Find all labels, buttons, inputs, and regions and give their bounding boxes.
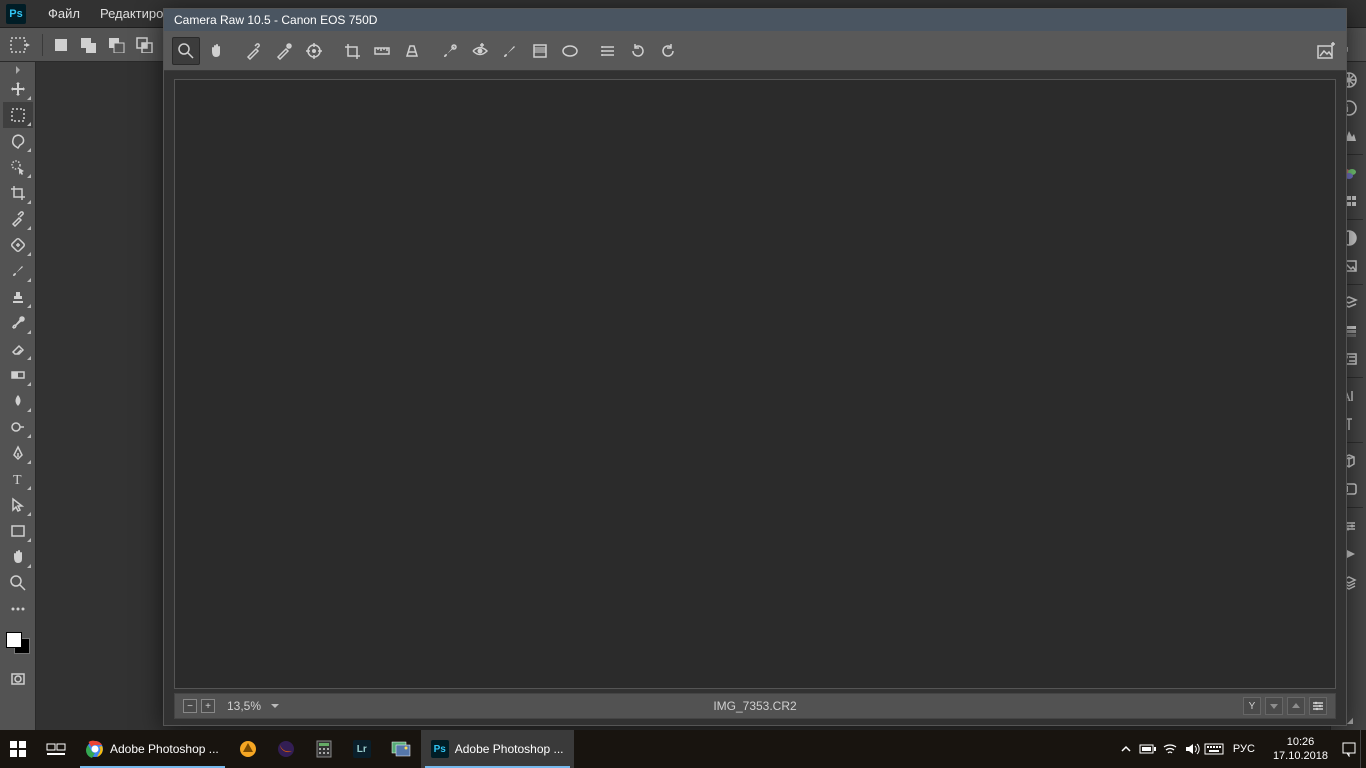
quick-select-tool[interactable] <box>3 154 33 180</box>
cr-zoom-level: 13,5% <box>227 699 261 713</box>
color-swatches[interactable] <box>4 630 32 656</box>
tray-keyboard-icon[interactable] <box>1203 730 1225 768</box>
windows-taskbar: Adobe Photoshop ... Lr Ps Adobe Photosho… <box>0 730 1366 768</box>
eraser-tool[interactable] <box>3 336 33 362</box>
cr-radialfilter-tool-icon[interactable] <box>556 37 584 65</box>
camera-raw-dialog: Camera Raw 10.5 - Canon EOS 750D <box>163 8 1347 726</box>
cr-straighten-tool-icon[interactable] <box>368 37 396 65</box>
stamp-tool[interactable] <box>3 284 33 310</box>
show-desktop-button[interactable] <box>1360 730 1366 768</box>
taskbar-lightroom[interactable]: Lr <box>343 730 381 768</box>
blur-tool[interactable] <box>3 388 33 414</box>
camera-raw-toolbar <box>164 31 1346 71</box>
tray-date: 17.10.2018 <box>1273 749 1328 763</box>
cr-colorsample-tool-icon[interactable] <box>270 37 298 65</box>
tray-notifications-icon[interactable] <box>1338 730 1360 768</box>
cr-spot-tool-icon[interactable] <box>436 37 464 65</box>
crop-tool[interactable] <box>3 180 33 206</box>
cr-rotate-ccw-icon[interactable] <box>624 37 652 65</box>
cr-crop-tool-icon[interactable] <box>338 37 366 65</box>
marquee-tool[interactable] <box>3 102 33 128</box>
camera-raw-canvas-wrap <box>164 71 1346 693</box>
cr-preset-list-icon[interactable] <box>594 37 622 65</box>
cr-rotate-cw-icon[interactable] <box>654 37 682 65</box>
taskbar-photoshop-label: Adobe Photoshop ... <box>455 742 564 756</box>
quickmask-icon[interactable] <box>3 666 33 692</box>
cr-zoom-in-button[interactable]: + <box>201 699 215 713</box>
menu-file[interactable]: Файл <box>38 6 90 21</box>
camera-raw-statusbar: − + 13,5% IMG_7353.CR2 Y <box>174 693 1336 719</box>
app-root: Ps Файл Редактирован <box>0 0 1366 768</box>
task-view-button[interactable] <box>36 730 76 768</box>
taskbar-firefox[interactable] <box>267 730 305 768</box>
tray-battery-icon[interactable] <box>1137 730 1159 768</box>
lasso-tool[interactable] <box>3 128 33 154</box>
cr-label-down-button[interactable] <box>1265 697 1283 715</box>
tray-clock[interactable]: 10:26 17.10.2018 <box>1263 735 1338 764</box>
cr-zoom-dropdown-icon[interactable] <box>267 699 283 713</box>
type-tool[interactable]: T <box>3 466 33 492</box>
zoom-tool[interactable] <box>3 570 33 596</box>
rectangle-tool[interactable] <box>3 518 33 544</box>
taskbar-photos[interactable] <box>381 730 421 768</box>
cr-redeye-tool-icon[interactable] <box>466 37 494 65</box>
taskbar-chrome[interactable]: Adobe Photoshop ... <box>76 730 229 768</box>
taskbar-app-yellow[interactable] <box>229 730 267 768</box>
cr-gradfilter-tool-icon[interactable] <box>526 37 554 65</box>
history-brush-tool[interactable] <box>3 310 33 336</box>
pen-tool[interactable] <box>3 440 33 466</box>
selection-intersect-icon[interactable] <box>133 33 157 57</box>
cr-zoom-out-button[interactable]: − <box>183 699 197 713</box>
brush-tool[interactable] <box>3 258 33 284</box>
selection-subtract-icon[interactable] <box>105 33 129 57</box>
camera-raw-title: Camera Raw 10.5 - Canon EOS 750D <box>174 13 377 27</box>
cr-targeted-tool-icon[interactable] <box>300 37 328 65</box>
cr-adjustbrush-tool-icon[interactable] <box>496 37 524 65</box>
dodge-tool[interactable] <box>3 414 33 440</box>
camera-raw-titlebar[interactable]: Camera Raw 10.5 - Canon EOS 750D <box>164 9 1346 31</box>
tray-wifi-icon[interactable] <box>1159 730 1181 768</box>
system-tray: РУС 10:26 17.10.2018 <box>1115 730 1366 768</box>
cr-rating-mark-button[interactable]: Y <box>1243 697 1261 715</box>
gradient-tool[interactable] <box>3 362 33 388</box>
selection-new-icon[interactable] <box>49 33 73 57</box>
cr-zoom-tool-icon[interactable] <box>172 37 200 65</box>
edit-toolbar-icon[interactable] <box>3 596 33 622</box>
cr-label-up-button[interactable] <box>1287 697 1305 715</box>
toolbar-expand-icon[interactable] <box>3 66 33 74</box>
cr-bottom-right: Y <box>1243 697 1327 715</box>
cr-hand-tool-icon[interactable] <box>202 37 230 65</box>
tray-time: 10:26 <box>1273 735 1328 749</box>
cr-whitebalance-tool-icon[interactable] <box>240 37 268 65</box>
cr-filename: IMG_7353.CR2 <box>713 699 796 713</box>
hand-tool[interactable] <box>3 544 33 570</box>
tray-volume-icon[interactable] <box>1181 730 1203 768</box>
cr-new-image-icon[interactable] <box>1314 39 1338 63</box>
camera-raw-canvas[interactable] <box>174 79 1336 689</box>
cr-rating-mark-text: Y <box>1249 701 1256 712</box>
separator <box>42 34 43 56</box>
start-button[interactable] <box>0 730 36 768</box>
taskbar-calculator[interactable] <box>305 730 343 768</box>
move-tool[interactable] <box>3 76 33 102</box>
foreground-color[interactable] <box>6 632 22 648</box>
tray-language[interactable]: РУС <box>1225 743 1263 755</box>
marquee-preset-icon[interactable] <box>8 33 32 57</box>
cr-transform-tool-icon[interactable] <box>398 37 426 65</box>
taskbar-chrome-label: Adobe Photoshop ... <box>110 742 219 756</box>
tray-overflow-icon[interactable] <box>1115 730 1137 768</box>
ps-logo-icon: Ps <box>6 4 26 24</box>
taskbar-photoshop[interactable]: Ps Adobe Photoshop ... <box>421 730 574 768</box>
cr-settings-button[interactable] <box>1309 697 1327 715</box>
svg-text:T: T <box>13 473 22 487</box>
selection-add-icon[interactable] <box>77 33 101 57</box>
ps-toolbar: T <box>0 62 36 730</box>
path-select-tool[interactable] <box>3 492 33 518</box>
eyedropper-tool[interactable] <box>3 206 33 232</box>
healing-tool[interactable] <box>3 232 33 258</box>
